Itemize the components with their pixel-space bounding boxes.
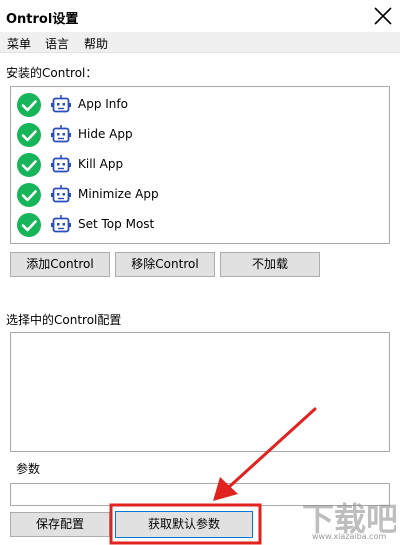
installed-controls-list[interactable]: App Info Hide App Kill App Minimize App …: [10, 86, 390, 244]
unload-button[interactable]: 不加载: [220, 252, 320, 277]
selected-config-label: 选择中的Control配置: [6, 313, 122, 327]
list-item[interactable]: Set Top Most: [17, 211, 377, 239]
check-icon: [17, 183, 41, 207]
window-title: Ontrol设置: [6, 12, 79, 27]
check-icon: [17, 93, 41, 117]
config-textarea[interactable]: [10, 332, 390, 452]
robot-icon: [51, 155, 71, 173]
menu-item-menu[interactable]: 菜单: [7, 35, 31, 52]
remove-control-button[interactable]: 移除Control: [115, 252, 215, 277]
title-bar: Ontrol设置: [0, 0, 400, 32]
list-item[interactable]: Hide App: [17, 121, 377, 149]
control-name: Hide App: [78, 127, 133, 141]
list-item[interactable]: Minimize App: [17, 181, 377, 209]
robot-icon: [51, 215, 71, 233]
control-name: Minimize App: [78, 187, 159, 201]
check-icon: [17, 153, 41, 177]
watermark-url: www.xiazaiba.com: [312, 532, 387, 541]
get-defaults-button[interactable]: 获取默认参数: [115, 511, 253, 538]
params-label: 参数: [16, 462, 41, 476]
robot-icon: [51, 125, 71, 143]
check-icon: [17, 123, 41, 147]
control-name: Kill App: [78, 157, 124, 171]
installed-controls-label: 安装的Control：: [6, 66, 98, 80]
robot-icon: [51, 185, 71, 203]
menu-bar: 菜单 语言 帮助: [0, 32, 400, 53]
list-item[interactable]: Kill App: [17, 151, 377, 179]
save-config-button[interactable]: 保存配置: [10, 512, 110, 537]
list-item[interactable]: App Info: [17, 91, 377, 119]
menu-item-language[interactable]: 语言: [45, 35, 69, 52]
menu-item-help[interactable]: 帮助: [84, 35, 108, 52]
control-name: Set Top Most: [78, 217, 155, 231]
close-icon[interactable]: [372, 5, 394, 27]
add-control-button[interactable]: 添加Control: [10, 252, 110, 277]
control-name: App Info: [78, 97, 128, 111]
robot-icon: [51, 95, 71, 113]
check-icon: [17, 213, 41, 237]
